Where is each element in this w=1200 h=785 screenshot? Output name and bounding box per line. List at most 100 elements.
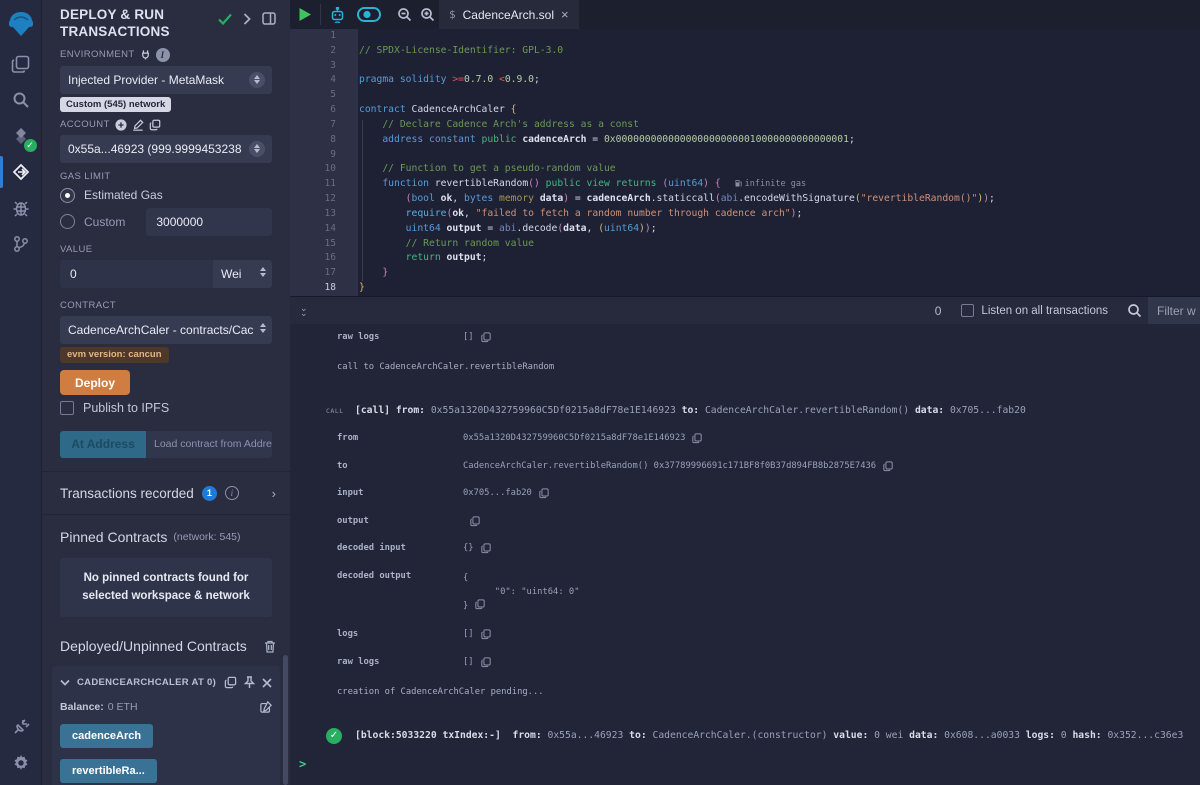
zoom-out-icon[interactable] xyxy=(397,7,412,22)
deployed-contracts-title: Deployed/Unpinned Contracts xyxy=(60,638,247,654)
terminal-tx-row[interactable]: call[call] from: 0x55a1320D432759960C5Df… xyxy=(290,403,1200,418)
terminal-kv-row: logs[] xyxy=(290,629,1200,640)
tab-cadencearch-sol[interactable]: $ CadenceArch.sol × xyxy=(439,0,579,29)
environment-select[interactable]: Injected Provider - MetaMask xyxy=(60,66,272,94)
line-number: 15 xyxy=(290,237,358,252)
contract-fn-cadencearch-button[interactable]: cadenceArch xyxy=(60,724,153,748)
editor-tabbar: $ CadenceArch.sol × xyxy=(290,0,1200,29)
pin-contract-icon[interactable] xyxy=(244,676,255,689)
listen-checkbox[interactable] xyxy=(961,304,974,317)
copy-contract-icon[interactable] xyxy=(224,676,237,689)
transactions-info-icon[interactable]: i xyxy=(225,486,239,500)
compile-success-badge: ✓ xyxy=(24,139,37,152)
deployed-contract-card: CADENCEARCHCALER AT 0) Balance: 0 ETH ca… xyxy=(52,666,280,785)
plug-icon[interactable] xyxy=(140,49,151,60)
panel-scrollbar[interactable] xyxy=(283,655,288,785)
terminal-search-icon[interactable] xyxy=(1127,303,1142,318)
code-line xyxy=(359,88,1200,103)
terminal: ⌄⌄ 0 Listen on all transactions Filter w… xyxy=(290,296,1200,785)
estimated-gas-radio[interactable] xyxy=(60,188,75,203)
terminal-prompt[interactable]: > xyxy=(290,759,1200,770)
stepper-icon xyxy=(249,141,265,157)
terminal-expand-icon[interactable]: ⌄⌄ xyxy=(300,306,308,316)
value-label: VALUE xyxy=(60,244,272,255)
code-line: // Function to get a pseudo-random value xyxy=(359,162,1200,177)
close-contract-icon[interactable] xyxy=(262,678,272,688)
line-number: 12 xyxy=(290,192,358,207)
code-line: // SPDX-License-Identifier: GPL-3.0 xyxy=(359,44,1200,59)
deployed-contract-title[interactable]: CADENCEARCHCALER AT 0) xyxy=(77,677,217,688)
custom-gas-radio[interactable] xyxy=(60,214,75,229)
copy-icon[interactable] xyxy=(475,599,485,610)
terminal-log-line: call to CadenceArchCaler.revertibleRando… xyxy=(290,362,1200,373)
terminal-kv-row: input0x705...fab20 xyxy=(290,488,1200,499)
zoom-in-icon[interactable] xyxy=(420,7,435,22)
plugin-manager-icon[interactable] xyxy=(0,709,42,745)
pinned-contracts-title: Pinned Contracts xyxy=(60,529,167,545)
copy-icon[interactable] xyxy=(481,332,491,343)
debugger-icon[interactable] xyxy=(0,190,42,226)
environment-info-icon[interactable]: i xyxy=(156,48,170,62)
custom-gas-label: Custom xyxy=(84,215,125,229)
custom-gas-input[interactable]: 3000000 xyxy=(146,208,272,236)
git-icon[interactable] xyxy=(0,226,42,262)
account-label: ACCOUNT xyxy=(60,119,272,131)
transactions-recorded-title: Transactions recorded xyxy=(60,486,194,501)
terminal-listen-count: 0 xyxy=(935,304,942,318)
value-input[interactable]: 0 xyxy=(60,260,213,288)
terminal-kv-row: decoded input{} xyxy=(290,543,1200,554)
copy-icon[interactable] xyxy=(481,657,491,668)
terminal-kv-row: from0x55a1320D432759960C5Df0215a8dF78e1E… xyxy=(290,433,1200,444)
contract-fn-revertiblerandom-button[interactable]: revertibleRa... xyxy=(60,759,157,783)
copy-icon[interactable] xyxy=(539,488,549,499)
search-icon[interactable] xyxy=(0,82,42,118)
at-address-button[interactable]: At Address xyxy=(60,431,146,458)
deploy-button[interactable]: Deploy xyxy=(60,370,130,395)
stepper-icon xyxy=(260,323,266,333)
copy-icon[interactable] xyxy=(470,516,480,527)
terminal-filter-input[interactable]: Filter w xyxy=(1148,297,1200,324)
solidity-compiler-icon[interactable]: ✓ xyxy=(0,118,42,154)
terminal-kv-row: output xyxy=(290,516,1200,527)
publish-ipfs-checkbox[interactable] xyxy=(60,401,74,415)
estimated-gas-label: Estimated Gas xyxy=(84,188,163,202)
line-number: 1 xyxy=(290,29,358,44)
run-script-icon[interactable] xyxy=(298,7,312,22)
terminal-tx-row[interactable]: ✓[block:5033220 txIndex:-] from: 0x55a..… xyxy=(290,728,1200,744)
file-explorer-icon[interactable] xyxy=(0,46,42,82)
copy-account-icon[interactable] xyxy=(149,119,161,131)
line-number: 11 xyxy=(290,177,358,192)
chevron-right-icon[interactable] xyxy=(243,13,251,25)
ai-toggle-icon[interactable] xyxy=(357,7,381,22)
chevron-down-icon[interactable] xyxy=(60,679,70,686)
edit-balance-icon[interactable] xyxy=(260,701,272,713)
code-editor[interactable]: 123456789101112131415161718 // SPDX-Lice… xyxy=(290,29,1200,296)
value-unit-select[interactable]: Wei xyxy=(213,260,272,288)
copy-icon[interactable] xyxy=(692,433,702,444)
transactions-recorded-section[interactable]: Transactions recorded 1 i › xyxy=(42,472,290,514)
gas-limit-label: GAS LIMIT xyxy=(60,171,272,182)
panel-title: DEPLOY & RUN TRANSACTIONS xyxy=(60,7,218,41)
line-number: 17 xyxy=(290,266,358,281)
account-select[interactable]: 0x55a...46923 (999.9999453238 xyxy=(60,135,272,163)
remix-logo[interactable] xyxy=(0,2,42,46)
deploy-run-icon[interactable] xyxy=(0,154,42,190)
edit-account-icon[interactable] xyxy=(132,119,144,131)
remix-ai-icon[interactable] xyxy=(329,7,346,23)
line-number: 2 xyxy=(290,44,358,59)
code-line xyxy=(359,29,1200,44)
pin-panel-icon[interactable] xyxy=(262,12,276,25)
at-address-input[interactable]: Load contract from Addres xyxy=(146,431,272,458)
contract-select[interactable]: CadenceArchCaler - contracts/Cac xyxy=(60,316,272,344)
copy-icon[interactable] xyxy=(883,461,893,472)
code-line: // Declare Cadence Arch's address as a c… xyxy=(359,118,1200,133)
trash-icon[interactable] xyxy=(264,640,276,653)
copy-icon[interactable] xyxy=(481,629,491,640)
line-number: 10 xyxy=(290,162,358,177)
transactions-expand-icon[interactable]: › xyxy=(272,486,276,501)
add-account-icon[interactable] xyxy=(115,119,127,131)
tab-close-icon[interactable]: × xyxy=(561,7,569,22)
terminal-kv-row: raw logs[] xyxy=(290,332,1200,343)
settings-gear-icon[interactable] xyxy=(0,745,42,781)
copy-icon[interactable] xyxy=(481,543,491,554)
